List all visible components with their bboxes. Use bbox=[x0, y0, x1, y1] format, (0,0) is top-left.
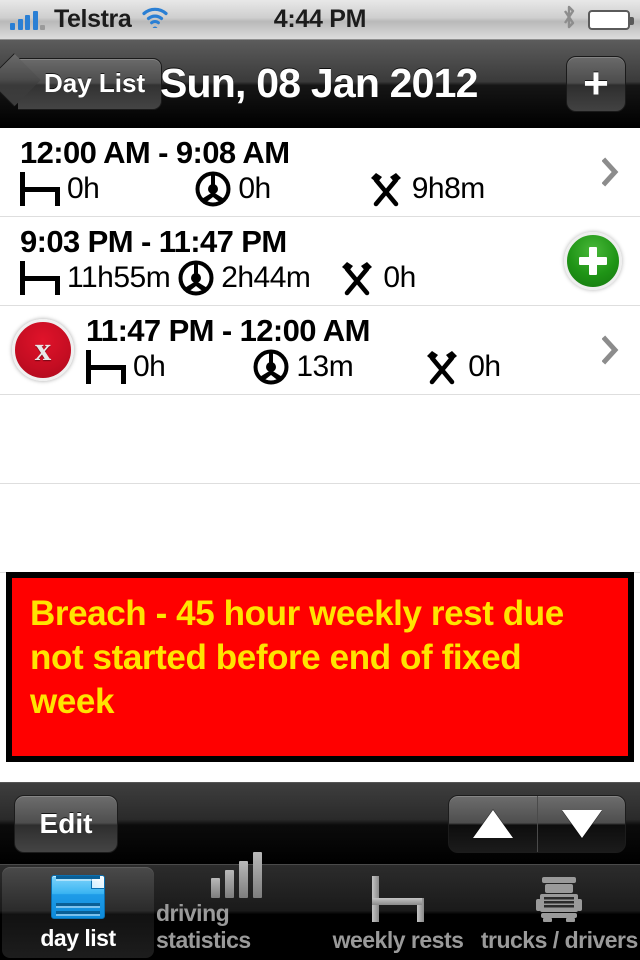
edit-button[interactable]: Edit bbox=[14, 794, 118, 853]
insert-row-button[interactable] bbox=[564, 232, 622, 290]
stat-work: 9h8m bbox=[367, 171, 485, 207]
steering-wheel-icon bbox=[178, 260, 214, 296]
bar-chart-icon bbox=[211, 852, 263, 898]
page-title: Sun, 08 Jan 2012 bbox=[160, 60, 478, 106]
row-stats: 0h 13m 0h bbox=[86, 349, 584, 385]
previous-day-button[interactable] bbox=[449, 796, 537, 852]
crossed-hammers-icon bbox=[423, 349, 461, 385]
bed-icon bbox=[20, 261, 60, 296]
row-content: 11:47 PM - 12:00 AM 0h 13m 0h bbox=[86, 306, 584, 394]
battery-full-icon bbox=[588, 9, 634, 30]
stat-rest: 0h bbox=[20, 172, 100, 207]
plus-icon: + bbox=[583, 59, 609, 108]
stat-work-value: 9h8m bbox=[411, 172, 486, 206]
stat-rest-value: 11h55m bbox=[67, 261, 171, 295]
table-row[interactable]: 12:00 AM - 9:08 AM 0h 0h 9h8m bbox=[0, 128, 640, 217]
delete-x-icon: x bbox=[34, 331, 52, 368]
row-content: 9:03 PM - 11:47 PM 11h55m 2h44m 0h bbox=[20, 217, 584, 305]
back-button-label: Day List bbox=[44, 68, 146, 98]
stat-work-value: 0h bbox=[468, 350, 501, 384]
navigation-bar: Day List Sun, 08 Jan 2012 + bbox=[0, 40, 640, 128]
tab-weekly-rests[interactable]: weekly rests bbox=[317, 865, 478, 960]
stat-driving: 13m bbox=[253, 349, 354, 385]
bed-icon bbox=[371, 873, 424, 925]
breach-message: Breach - 45 hour weekly rest due not sta… bbox=[30, 594, 564, 722]
day-entry-table[interactable]: 12:00 AM - 9:08 AM 0h 0h 9h8m 9:03 PM - … bbox=[0, 128, 640, 573]
stat-driving-value: 0h bbox=[238, 172, 271, 206]
table-row[interactable]: x 11:47 PM - 12:00 AM 0h 13m 0h bbox=[0, 306, 640, 395]
crossed-hammers-icon bbox=[367, 171, 405, 207]
table-row-empty bbox=[0, 484, 640, 573]
prev-next-stepper[interactable] bbox=[448, 794, 626, 853]
breach-banner: Breach - 45 hour weekly rest due not sta… bbox=[6, 572, 634, 762]
row-stats: 0h 0h 9h8m bbox=[20, 171, 584, 207]
chevron-right-icon[interactable] bbox=[602, 335, 620, 365]
stat-work: 0h bbox=[338, 260, 416, 296]
crossed-hammers-icon bbox=[338, 260, 376, 296]
table-row-empty bbox=[0, 395, 640, 484]
bed-icon bbox=[86, 350, 126, 385]
tab-bar: day list driving statistics weekly rests bbox=[0, 852, 640, 960]
row-content: 12:00 AM - 9:08 AM 0h 0h 9h8m bbox=[20, 128, 584, 216]
status-bar: Telstra 4:44 PM bbox=[0, 0, 640, 40]
tab-label-driving-statistics: driving statistics bbox=[156, 900, 251, 953]
stat-driving-value: 13m bbox=[296, 350, 354, 384]
row-time-range: 9:03 PM - 11:47 PM bbox=[20, 223, 287, 259]
triangle-down-icon bbox=[561, 809, 602, 838]
stat-work: 0h bbox=[423, 349, 501, 385]
tab-label-day-list: day list bbox=[40, 925, 116, 951]
stat-rest: 11h55m bbox=[20, 261, 171, 296]
stat-work-value: 0h bbox=[383, 261, 416, 295]
stat-driving: 2h44m bbox=[178, 260, 311, 296]
triangle-up-icon bbox=[473, 809, 513, 838]
status-bar-time: 4:44 PM bbox=[273, 5, 367, 33]
app-screen: Telstra 4:44 PM Day List Sun, 08 Jan 201… bbox=[0, 0, 640, 960]
row-time-range: 12:00 AM - 9:08 AM bbox=[20, 134, 290, 170]
stat-driving-value: 2h44m bbox=[221, 261, 311, 295]
bed-icon bbox=[20, 172, 60, 207]
row-time-range: 11:47 PM - 12:00 AM bbox=[86, 312, 370, 348]
back-button-day-list[interactable]: Day List bbox=[18, 57, 163, 110]
tab-trucks-drivers[interactable]: trucks / drivers bbox=[479, 865, 640, 960]
day-list-icon bbox=[51, 871, 105, 923]
tab-label-trucks-drivers: trucks / drivers bbox=[480, 927, 638, 953]
stat-rest-value: 0h bbox=[67, 172, 100, 206]
delete-row-button[interactable]: x bbox=[12, 319, 74, 381]
row-stats: 11h55m 2h44m 0h bbox=[20, 260, 584, 296]
edit-button-label: Edit bbox=[39, 807, 93, 839]
table-row[interactable]: 9:03 PM - 11:47 PM 11h55m 2h44m 0h bbox=[0, 217, 640, 306]
tab-label-weekly-rests: weekly rests bbox=[332, 927, 464, 953]
tab-day-list[interactable]: day list bbox=[2, 867, 154, 958]
stat-rest-value: 0h bbox=[133, 350, 166, 384]
tab-driving-statistics[interactable]: driving statistics bbox=[156, 852, 317, 960]
stat-driving: 0h bbox=[195, 171, 271, 207]
truck-icon bbox=[532, 873, 586, 925]
chevron-right-icon[interactable] bbox=[602, 157, 620, 187]
stat-rest: 0h bbox=[86, 350, 166, 385]
next-day-button[interactable] bbox=[537, 795, 625, 852]
steering-wheel-icon bbox=[253, 349, 289, 385]
steering-wheel-icon bbox=[195, 171, 231, 207]
bottom-toolbar: Edit bbox=[0, 782, 640, 864]
add-button[interactable]: + bbox=[566, 56, 626, 112]
